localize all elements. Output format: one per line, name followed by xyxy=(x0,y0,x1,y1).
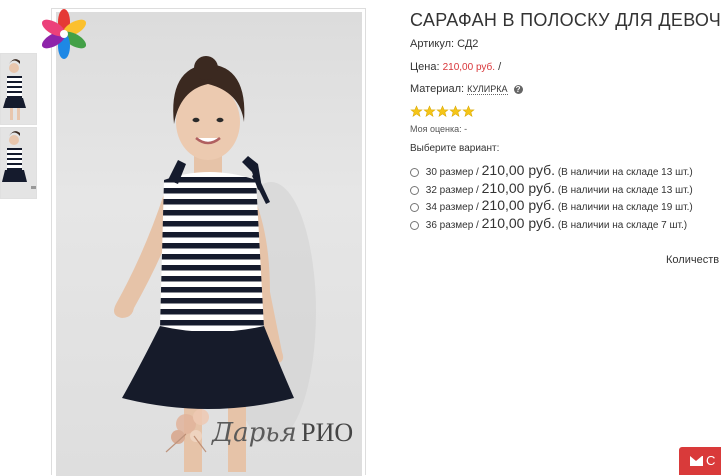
price-row: Цена: 210,00 руб. / xyxy=(410,61,501,73)
article-value: СД2 xyxy=(457,38,479,50)
feedback-button[interactable]: С xyxy=(679,447,721,475)
variant-price: 210,00 руб. xyxy=(481,215,556,231)
variant-price: 210,00 руб. xyxy=(481,180,556,196)
variant-stock: (В наличии на складе 7 шт.) xyxy=(557,220,688,231)
variant-size: 32 размер / xyxy=(425,185,479,196)
variant-radio[interactable] xyxy=(410,185,419,195)
variant-size: 30 размер / xyxy=(425,167,479,178)
variant-radio[interactable] xyxy=(410,220,419,230)
variant-stock: (В наличии на складе 19 шт.) xyxy=(557,202,693,213)
rating-stars[interactable] xyxy=(410,105,475,119)
variant-stock: (В наличии на складе 13 шт.) xyxy=(557,167,693,178)
variant-size: 34 размер / xyxy=(425,202,479,213)
star-icon[interactable] xyxy=(462,105,475,118)
watermark-script: Дарья xyxy=(212,418,297,448)
star-icon[interactable] xyxy=(423,105,436,118)
main-product-photo[interactable]: Дарья РИО xyxy=(56,12,362,476)
star-icon[interactable] xyxy=(410,105,423,118)
help-icon[interactable]: ? xyxy=(513,84,523,94)
main-product-image-frame: Дарья РИО xyxy=(51,8,366,476)
variant-stock: (В наличии на складе 13 шт.) xyxy=(557,185,693,196)
variant-option[interactable]: 36 размер / 210,00 руб. (В наличии на ск… xyxy=(410,215,687,231)
material-link[interactable]: КУЛИРКА xyxy=(467,84,508,95)
variant-price: 210,00 руб. xyxy=(481,162,556,178)
watermark-logo: Дарья РИО xyxy=(212,418,353,448)
article-row: Артикул: СД2 xyxy=(410,38,478,50)
variant-radio[interactable] xyxy=(410,167,419,177)
star-icon[interactable] xyxy=(436,105,449,118)
variant-price: 210,00 руб. xyxy=(481,197,556,213)
my-rating: Моя оценка: - xyxy=(410,124,468,134)
variant-size: 36 размер / xyxy=(425,220,479,231)
quantity-label: Количеств xyxy=(666,254,720,266)
price-label: Цена: xyxy=(410,61,440,73)
thumbnail-1[interactable] xyxy=(0,53,37,125)
variant-option[interactable]: 30 размер / 210,00 руб. (В наличии на ск… xyxy=(410,162,693,178)
price-separator: / xyxy=(498,61,502,73)
material-label: Материал: xyxy=(410,83,465,95)
feedback-button-label: С xyxy=(706,453,716,468)
choose-variant-label: Выберите вариант: xyxy=(410,143,500,154)
article-label: Артикул: xyxy=(410,38,455,50)
mail-icon xyxy=(690,456,703,466)
variant-option[interactable]: 32 размер / 210,00 руб. (В наличии на ск… xyxy=(410,180,693,196)
brand-flower-logo[interactable] xyxy=(38,8,90,60)
watermark-caps: РИО xyxy=(301,418,354,447)
thumbnail-2[interactable] xyxy=(0,127,37,199)
price-value: 210,00 руб. xyxy=(442,62,496,73)
material-row: Материал: КУЛИРКА ? xyxy=(410,83,523,95)
product-title: САРАФАН В ПОЛОСКУ ДЛЯ ДЕВОЧКИ xyxy=(410,10,721,30)
variant-option[interactable]: 34 размер / 210,00 руб. (В наличии на ск… xyxy=(410,197,693,213)
star-icon[interactable] xyxy=(449,105,462,118)
variant-radio[interactable] xyxy=(410,202,419,212)
